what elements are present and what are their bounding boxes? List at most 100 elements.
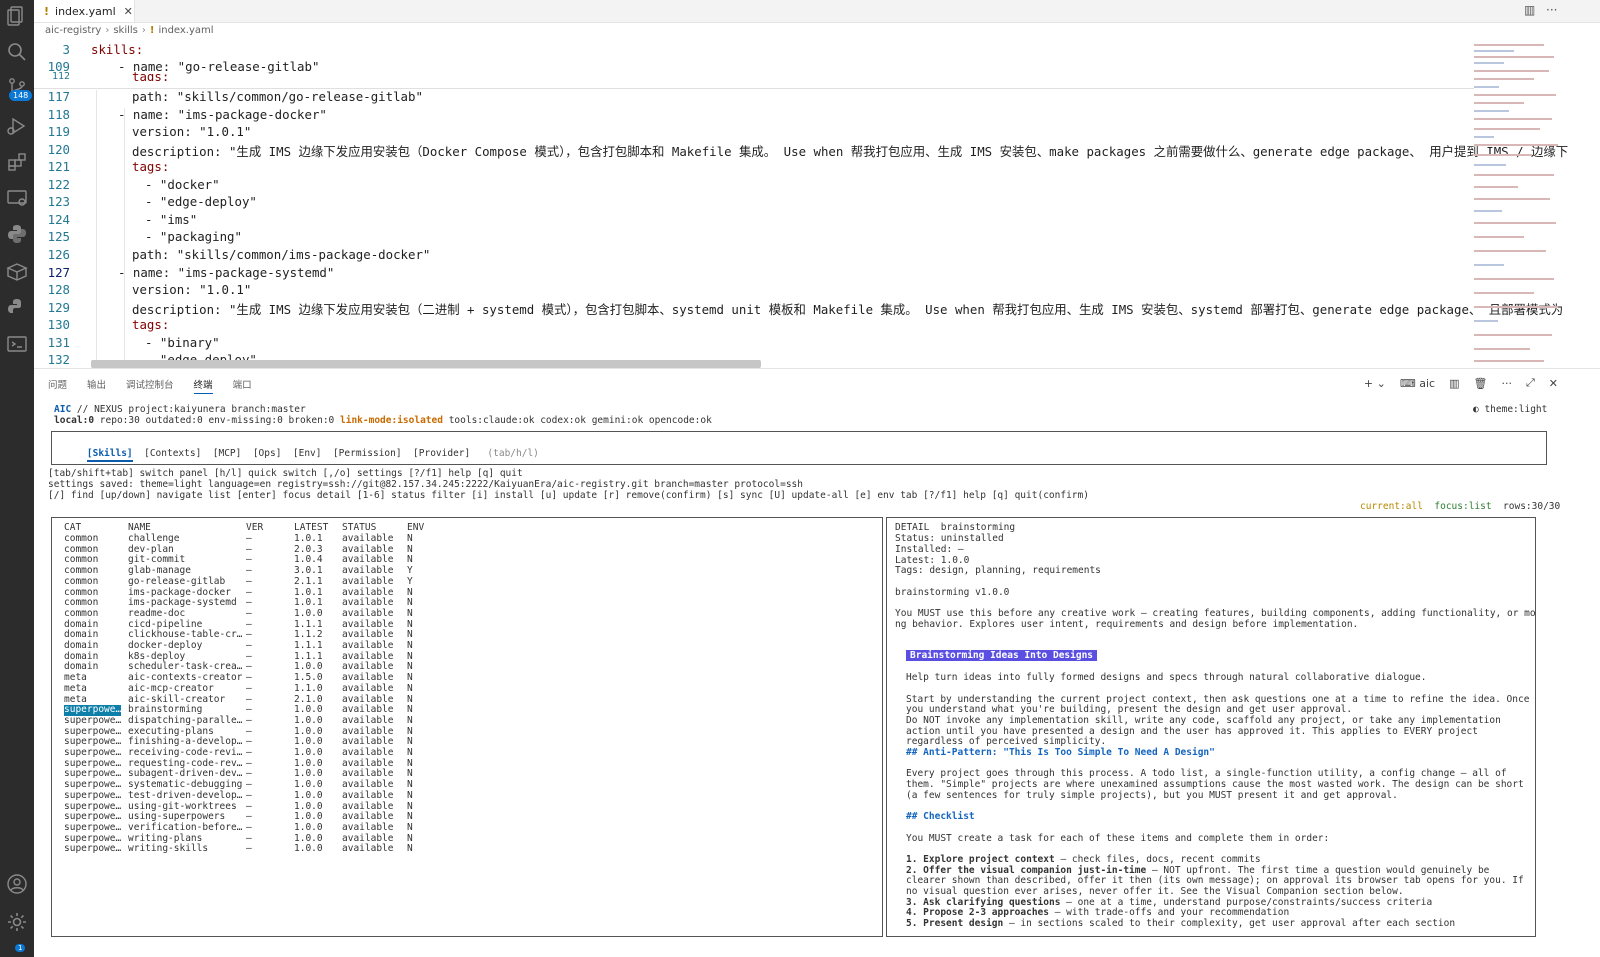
skill-latest: 2.1.1 bbox=[294, 575, 323, 587]
explorer-icon[interactable] bbox=[5, 4, 29, 28]
line-number: 127 bbox=[47, 265, 70, 280]
trash-icon[interactable]: 🗑 bbox=[1474, 377, 1488, 390]
terminal-status-line: local:0 repo:30 outdated:0 env-missing:0… bbox=[54, 415, 712, 426]
extensions-icon[interactable] bbox=[5, 150, 29, 174]
line-number: 122 bbox=[47, 177, 70, 192]
skill-latest: 1.1.0 bbox=[294, 682, 323, 694]
tui-tab-mcp[interactable]: [MCP] bbox=[213, 448, 242, 459]
skill-env: N bbox=[407, 789, 413, 801]
code-line: description: "生成 IMS 边缘下发应用安装包（Docker Co… bbox=[132, 144, 1569, 159]
detail-text: (a few sentences for truly simple projec… bbox=[906, 790, 1398, 801]
terminal-instance-label: aic bbox=[1419, 376, 1436, 390]
terminal-view-icon[interactable] bbox=[5, 332, 29, 356]
line-number: 132 bbox=[47, 352, 70, 367]
detail-description: ng behavior. Explores user intent, requi… bbox=[895, 619, 1359, 630]
skill-status: available bbox=[342, 789, 394, 801]
skill-version: – bbox=[246, 789, 252, 801]
tab-output[interactable]: 输出 bbox=[87, 377, 106, 394]
maximize-panel-icon[interactable]: ⤢ bbox=[1526, 376, 1535, 390]
skill-env: Y bbox=[407, 575, 413, 587]
line-number: 120 bbox=[47, 142, 70, 157]
skill-status: available bbox=[342, 575, 394, 587]
line-number: 112 bbox=[51, 71, 70, 81]
close-tab-icon[interactable]: ✕ bbox=[124, 5, 133, 18]
tui-tab-skills[interactable]: [Skills] bbox=[86, 448, 133, 462]
remote-explorer-icon[interactable] bbox=[5, 186, 29, 210]
tui-tab-provider[interactable]: [Provider] bbox=[413, 448, 470, 459]
tab-index-yaml[interactable]: ! index.yaml ✕ bbox=[34, 0, 135, 22]
detail-tags: Tags: design, planning, requirements bbox=[895, 565, 1101, 576]
tab-ports[interactable]: 端口 bbox=[233, 377, 252, 394]
skill-latest: 1.0.0 bbox=[294, 843, 323, 855]
new-terminal-icon[interactable]: + ⌄ bbox=[1364, 377, 1386, 390]
skill-version: – bbox=[246, 821, 252, 833]
breadcrumb-item[interactable]: index.yaml bbox=[158, 25, 213, 36]
account-icon[interactable] bbox=[5, 872, 29, 896]
code-line: - "binary" bbox=[145, 335, 220, 350]
split-editor-icon[interactable]: ▥ bbox=[1524, 3, 1535, 17]
terminal-header: AIC // NEXUS project:kaiyunera branch:ma… bbox=[54, 404, 306, 415]
code-line: - name: "ims-package-docker" bbox=[118, 107, 327, 122]
terminal-instance[interactable]: ⌨ aic bbox=[1400, 377, 1435, 390]
more-icon[interactable]: ··· bbox=[1501, 377, 1512, 390]
horizontal-scrollbar[interactable] bbox=[91, 360, 761, 368]
search-icon[interactable] bbox=[5, 40, 29, 64]
chevron-right-icon: › bbox=[141, 25, 146, 36]
skill-version: – bbox=[246, 714, 252, 726]
tui-tab-env[interactable]: [Env] bbox=[293, 448, 322, 459]
python-environments-icon[interactable] bbox=[5, 296, 29, 320]
tab-terminal[interactable]: 终端 bbox=[193, 377, 213, 394]
tui-tab-bar: [Skills] [Contexts] [MCP] [Ops] [Env] [P… bbox=[51, 431, 1547, 465]
manage-gear-icon[interactable] bbox=[5, 910, 29, 934]
tui-tab-contexts[interactable]: [Contexts] bbox=[144, 448, 201, 459]
code-line: tags: bbox=[132, 69, 170, 81]
breadcrumb: aic-registry › skills ›! index.yaml bbox=[45, 25, 214, 36]
skill-env: N bbox=[407, 682, 413, 694]
help-line-1: [tab/shift+tab] switch panel [h/l] quick… bbox=[48, 468, 523, 479]
tab-problems[interactable]: 问题 bbox=[48, 377, 67, 394]
panel-divider bbox=[34, 368, 1600, 369]
minimap[interactable] bbox=[1474, 40, 1562, 366]
skill-category: meta bbox=[64, 682, 87, 694]
split-terminal-icon[interactable]: ▥ bbox=[1449, 377, 1459, 390]
tui-tab-ops[interactable]: [Ops] bbox=[253, 448, 282, 459]
chevron-right-icon: › bbox=[105, 25, 110, 36]
terminal-icon: ⌨ bbox=[1399, 376, 1416, 390]
code-editor[interactable]: 3 skills: 109 - name: "go-release-gitlab… bbox=[34, 40, 1600, 368]
python-icon[interactable] bbox=[5, 222, 29, 246]
more-actions-icon[interactable]: ··· bbox=[1546, 3, 1557, 17]
theme-indicator: ◐ theme:light bbox=[1473, 404, 1548, 415]
detail-subheading: ## Checklist bbox=[906, 811, 975, 822]
skill-name: aic-mcp-creator bbox=[128, 682, 214, 694]
line-number: 124 bbox=[47, 212, 70, 227]
yaml-file-icon: ! bbox=[44, 4, 50, 18]
line-number: 129 bbox=[47, 300, 70, 315]
skill-detail-panel[interactable]: DETAIL brainstorming Status: uninstalled… bbox=[886, 517, 1536, 937]
breadcrumb-item[interactable]: skills bbox=[113, 25, 138, 36]
help-line-2: settings saved: theme=light language=en … bbox=[48, 479, 803, 490]
skills-list-panel[interactable]: CAT NAME VER LATEST STATUS ENV common cha… bbox=[51, 517, 883, 937]
skill-version: – bbox=[246, 682, 252, 694]
breadcrumb-item[interactable]: aic-registry bbox=[45, 25, 101, 36]
run-debug-icon[interactable] bbox=[5, 114, 29, 138]
skill-category: superpowe… bbox=[64, 789, 122, 801]
close-panel-icon[interactable]: ✕ bbox=[1549, 377, 1558, 390]
skill-status: available bbox=[342, 714, 394, 726]
source-control-badge: 148 bbox=[9, 90, 33, 101]
skill-category: common bbox=[64, 575, 99, 587]
container-icon[interactable] bbox=[5, 260, 29, 284]
tui-tab-permission[interactable]: [Permission] bbox=[333, 448, 402, 459]
tab-debug-console[interactable]: 调试控制台 bbox=[126, 377, 174, 394]
code-line: - name: "ims-package-systemd" bbox=[118, 265, 335, 280]
activity-bar: 148 1 bbox=[0, 0, 34, 957]
code-line: - "packaging" bbox=[145, 229, 242, 244]
line-number: 118 bbox=[47, 107, 70, 122]
detail-subheading: ## Anti-Pattern: "This Is Too Simple To … bbox=[906, 747, 1215, 758]
code-line: - "ims" bbox=[145, 212, 198, 227]
skill-version: – bbox=[246, 843, 252, 855]
panel-actions: + ⌄ ⌨ aic ▥ 🗑 ··· ⤢ ✕ bbox=[1364, 376, 1558, 390]
skill-status: available bbox=[342, 682, 394, 694]
code-line: version: "1.0.1" bbox=[132, 124, 252, 139]
editor-tab-bar: ! index.yaml ✕ ▥ ··· bbox=[34, 0, 1600, 23]
skill-env: N bbox=[407, 843, 413, 855]
